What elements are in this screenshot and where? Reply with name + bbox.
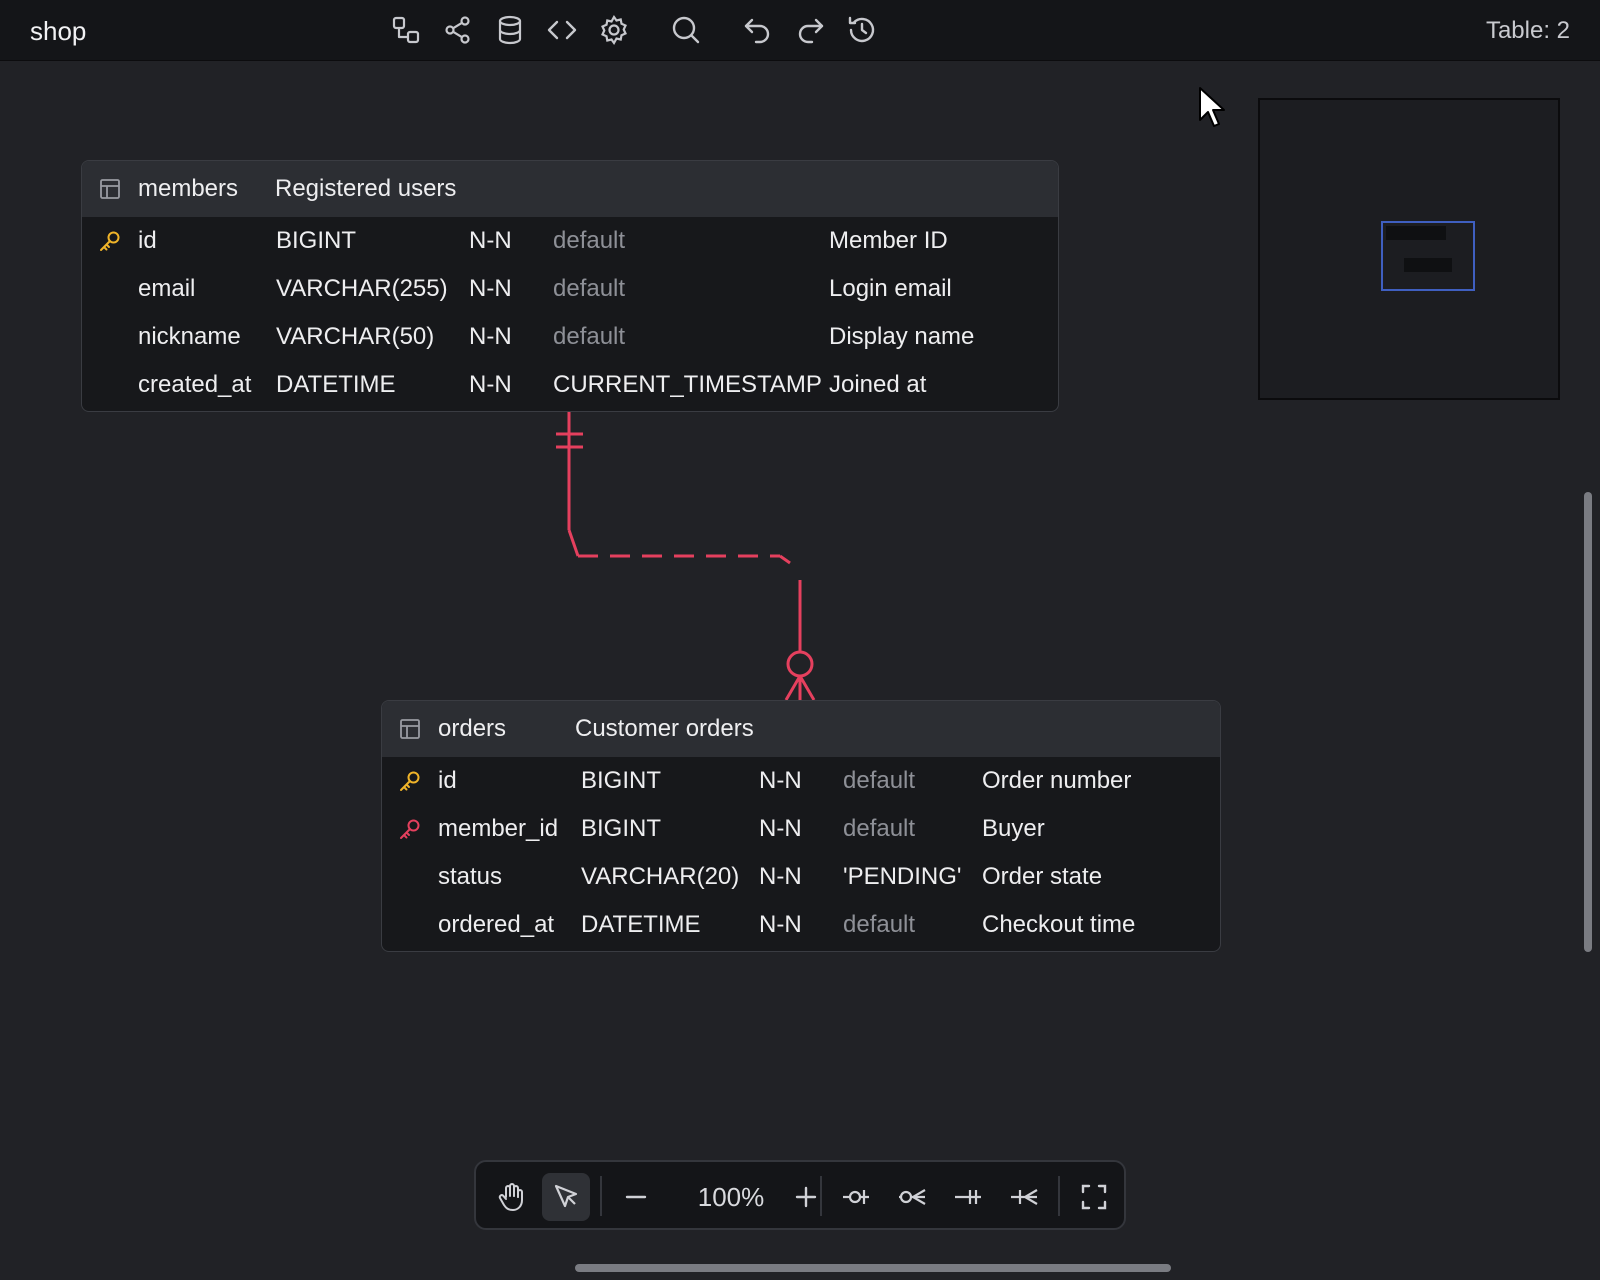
column-nullable[interactable]: N-N <box>469 323 512 351</box>
column-comment[interactable]: Buyer <box>982 815 1045 843</box>
column-comment[interactable]: Login email <box>829 275 952 303</box>
table-orders[interactable]: orders Customer orders id BIGINT N-N defaul… <box>381 700 1221 952</box>
relationship-icon[interactable] <box>390 14 422 46</box>
column-type[interactable]: BIGINT <box>276 227 356 255</box>
column-name[interactable]: nickname <box>138 323 241 351</box>
zero-many-icon[interactable] <box>888 1173 936 1221</box>
table-count: Table: 2 <box>1485 17 1570 44</box>
table-header[interactable]: orders Customer orders <box>382 701 1220 757</box>
column-default[interactable]: default <box>553 323 625 351</box>
column-comment[interactable]: Checkout time <box>982 911 1135 939</box>
zoom-out-icon[interactable] <box>612 1173 660 1221</box>
one-many-icon[interactable] <box>1000 1173 1048 1221</box>
primary-key-icon <box>98 229 122 253</box>
redo-icon[interactable] <box>794 14 826 46</box>
table-row[interactable]: id BIGINT N-N default Member ID <box>82 217 1058 265</box>
column-name[interactable]: id <box>438 767 457 795</box>
column-comment[interactable]: Order number <box>982 767 1131 795</box>
table-icon <box>398 717 422 741</box>
history-icon[interactable] <box>846 14 878 46</box>
table-name[interactable]: members <box>138 175 238 203</box>
database-icon[interactable] <box>494 14 526 46</box>
table-row[interactable]: status VARCHAR(20) N-N 'PENDING' Order state <box>382 853 1220 901</box>
column-default[interactable]: default <box>553 275 625 303</box>
column-type[interactable]: DATETIME <box>276 371 396 399</box>
table-row[interactable]: email VARCHAR(255) N-N default Login email <box>82 265 1058 313</box>
minimap[interactable] <box>1258 98 1560 400</box>
column-nullable[interactable]: N-N <box>759 911 802 939</box>
column-type[interactable]: VARCHAR(50) <box>276 323 434 351</box>
column-name[interactable]: created_at <box>138 371 251 399</box>
zero-one-icon[interactable] <box>832 1173 880 1221</box>
column-default[interactable]: default <box>553 227 625 255</box>
search-icon[interactable] <box>670 14 702 46</box>
column-type[interactable]: DATETIME <box>581 911 701 939</box>
column-comment[interactable]: Joined at <box>829 371 926 399</box>
undo-icon[interactable] <box>742 14 774 46</box>
column-default[interactable]: CURRENT_TIMESTAMP <box>553 371 822 399</box>
column-default[interactable]: 'PENDING' <box>843 863 962 891</box>
vertical-scrollbar[interactable] <box>1584 492 1592 952</box>
toolbar-divider <box>600 1176 602 1216</box>
column-name[interactable]: id <box>138 227 157 255</box>
zoom-level[interactable]: 100% <box>676 1182 786 1213</box>
table-icon <box>98 177 122 201</box>
column-nullable[interactable]: N-N <box>759 863 802 891</box>
table-row[interactable]: ordered_at DATETIME N-N default Checkout tim… <box>382 901 1220 949</box>
canvas-toolbar: 100% <box>474 1160 1126 1230</box>
column-nullable[interactable]: N-N <box>469 371 512 399</box>
mouse-cursor-icon <box>1199 87 1225 127</box>
column-nullable[interactable]: N-N <box>469 275 512 303</box>
column-type[interactable]: BIGINT <box>581 767 661 795</box>
column-name[interactable]: ordered_at <box>438 911 554 939</box>
column-name[interactable]: member_id <box>438 815 558 843</box>
column-comment[interactable]: Member ID <box>829 227 948 255</box>
column-comment[interactable]: Display name <box>829 323 974 351</box>
column-type[interactable]: VARCHAR(255) <box>276 275 448 303</box>
code-icon[interactable] <box>546 14 578 46</box>
column-comment[interactable]: Order state <box>982 863 1102 891</box>
hand-icon[interactable] <box>488 1173 536 1221</box>
minimap-viewport[interactable] <box>1381 221 1475 291</box>
table-header[interactable]: members Registered users <box>82 161 1058 217</box>
settings-icon[interactable] <box>598 14 630 46</box>
column-type[interactable]: VARCHAR(20) <box>581 863 739 891</box>
pointer-icon[interactable] <box>542 1173 590 1221</box>
table-row[interactable]: id BIGINT N-N default Order number <box>382 757 1220 805</box>
table-row[interactable]: nickname VARCHAR(50) N-N default Display nam… <box>82 313 1058 361</box>
fullscreen-icon[interactable] <box>1070 1173 1118 1221</box>
column-type[interactable]: BIGINT <box>581 815 661 843</box>
table-row[interactable]: created_at DATETIME N-N CURRENT_TIMESTAMP Jo… <box>82 361 1058 409</box>
column-name[interactable]: status <box>438 863 502 891</box>
top-toolbar: shop Table: 2 <box>0 0 1600 61</box>
table-members[interactable]: members Registered users id BIGINT N-N defa… <box>81 160 1059 412</box>
column-default[interactable]: default <box>843 767 915 795</box>
table-comment[interactable]: Registered users <box>275 175 456 203</box>
column-name[interactable]: email <box>138 275 195 303</box>
table-name[interactable]: orders <box>438 715 506 743</box>
horizontal-scrollbar[interactable] <box>575 1264 1171 1272</box>
primary-key-icon <box>398 769 422 793</box>
toolbar-divider <box>1058 1176 1060 1216</box>
foreign-key-icon <box>398 817 422 841</box>
column-default[interactable]: default <box>843 911 915 939</box>
column-nullable[interactable]: N-N <box>759 767 802 795</box>
toolbar-divider <box>820 1176 822 1216</box>
one-only-icon[interactable] <box>944 1173 992 1221</box>
column-nullable[interactable]: N-N <box>759 815 802 843</box>
table-row[interactable]: member_id BIGINT N-N default Buyer <box>382 805 1220 853</box>
zoom-in-icon[interactable] <box>782 1173 830 1221</box>
table-comment[interactable]: Customer orders <box>575 715 754 743</box>
column-nullable[interactable]: N-N <box>469 227 512 255</box>
share-icon[interactable] <box>442 14 474 46</box>
project-name[interactable]: shop <box>30 16 86 47</box>
column-default[interactable]: default <box>843 815 915 843</box>
